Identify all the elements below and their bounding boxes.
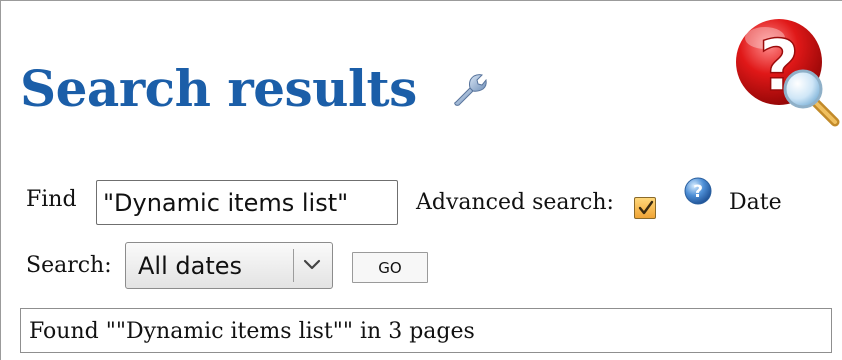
find-label: Find [26, 187, 77, 212]
go-button[interactable]: GO [352, 252, 428, 283]
search-result-summary: Found ""Dynamic items list"" in 3 pages [20, 308, 832, 353]
date-range-select[interactable]: All dates [125, 242, 333, 289]
date-range-select-value: All dates [138, 252, 243, 280]
advanced-search-label: Advanced search: [416, 190, 614, 215]
search-label: Search: [26, 253, 112, 278]
svg-text:?: ? [693, 182, 703, 202]
page-title: Search results [20, 59, 417, 118]
wrench-icon[interactable] [450, 70, 488, 108]
frame-left-border [0, 0, 1, 360]
advanced-search-checkbox[interactable] [634, 197, 656, 219]
chevron-down-icon [302, 257, 322, 273]
result-count-text: Found ""Dynamic items list"" in 3 pages [29, 319, 475, 344]
help-search-logo: ? [733, 14, 842, 129]
find-input[interactable] [96, 180, 398, 225]
help-icon[interactable]: ? [683, 176, 713, 206]
select-divider [293, 249, 294, 282]
date-label: Date [729, 190, 782, 215]
frame-top-border [0, 0, 842, 1]
